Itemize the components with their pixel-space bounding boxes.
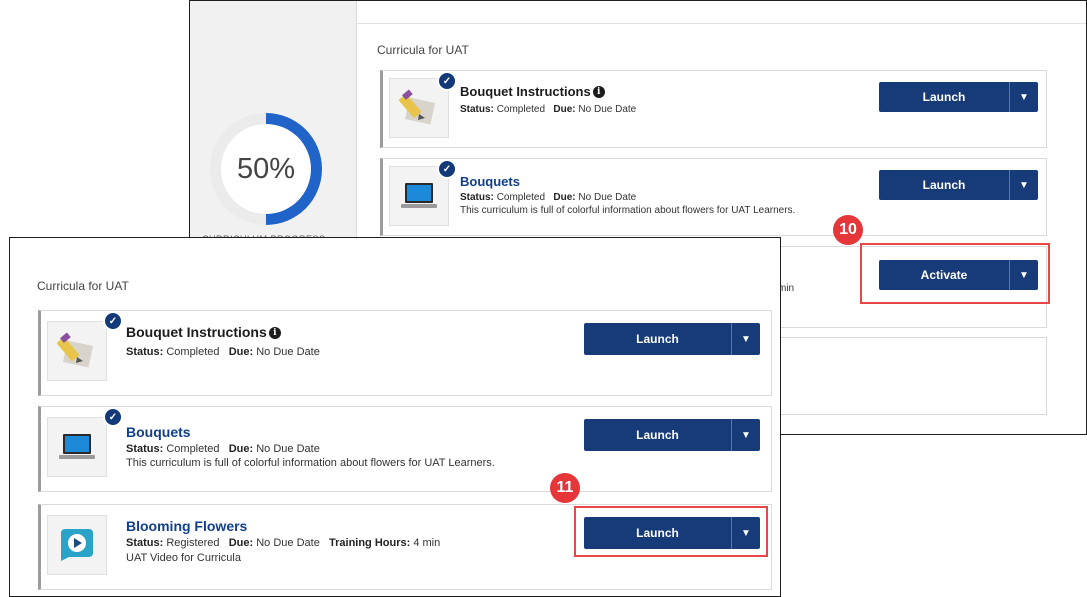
dropdown-caret-icon[interactable]: ▼ [731,419,760,451]
info-icon[interactable]: i [592,86,605,98]
progress-ring: 50% [210,113,322,225]
curriculum-meta: Status: Completed Due: No Due Date [126,346,320,358]
front-screenshot: Curricula for UAT ✓ Bouquet Instructions… [9,237,781,597]
curriculum-title-link[interactable]: Bouquets [460,174,520,189]
callout-highlight-launch [574,506,768,557]
info-icon[interactable]: i [268,327,281,339]
curriculum-description: UAT Video for Curricula [126,552,241,564]
curriculum-title-link[interactable]: Bouquets [126,424,191,440]
completed-check-icon: ✓ [103,311,123,331]
curriculum-card: ✓ Bouquets Status: Completed Due: No Due… [38,406,772,492]
section-title: Curricula for UAT [377,43,469,57]
section-title: Curricula for UAT [37,279,129,293]
video-play-icon [47,515,107,575]
dropdown-caret-icon[interactable]: ▼ [731,323,760,355]
progress-percent: 50% [236,152,296,185]
curriculum-description: This curriculum is full of colorful info… [126,457,495,469]
curriculum-card: ✓ Bouquets Status: Completed Due: No Due… [380,158,1047,236]
launch-button[interactable]: Launch ▼ [584,323,760,355]
curriculum-card: ✓ Bouquet Instructions i Status: Complete… [38,310,772,396]
curriculum-card: ✓ Bouquet Instructions i Status: Complete… [380,70,1047,148]
curriculum-title: Bouquet Instructions [460,84,591,99]
launch-button[interactable]: Launch ▼ [879,82,1038,112]
completed-check-icon: ✓ [437,159,457,179]
curriculum-meta: Status: Completed Due: No Due Date [126,443,320,455]
launch-button[interactable]: Launch ▼ [879,170,1038,200]
callout-highlight-activate [860,243,1050,304]
step-badge: 10 [833,215,863,245]
curriculum-description: This curriculum is full of colorful info… [460,205,796,216]
launch-button[interactable]: Launch ▼ [584,419,760,451]
completed-check-icon: ✓ [103,407,123,427]
pencil-icon [47,321,107,381]
curriculum-title: Bouquet Instructions [126,324,267,340]
dropdown-caret-icon[interactable]: ▼ [1009,170,1038,200]
step-badge: 11 [550,473,580,503]
completed-check-icon: ✓ [437,71,457,91]
curriculum-title-link[interactable]: Blooming Flowers [126,518,247,534]
curriculum-meta: Status: Completed Due: No Due Date [460,104,637,115]
curriculum-meta: Status: Completed Due: No Due Date [460,192,637,203]
curriculum-meta: Status: Registered Due: No Due Date Trai… [126,537,441,549]
dropdown-caret-icon[interactable]: ▼ [1009,82,1038,112]
laptop-icon [47,417,107,477]
